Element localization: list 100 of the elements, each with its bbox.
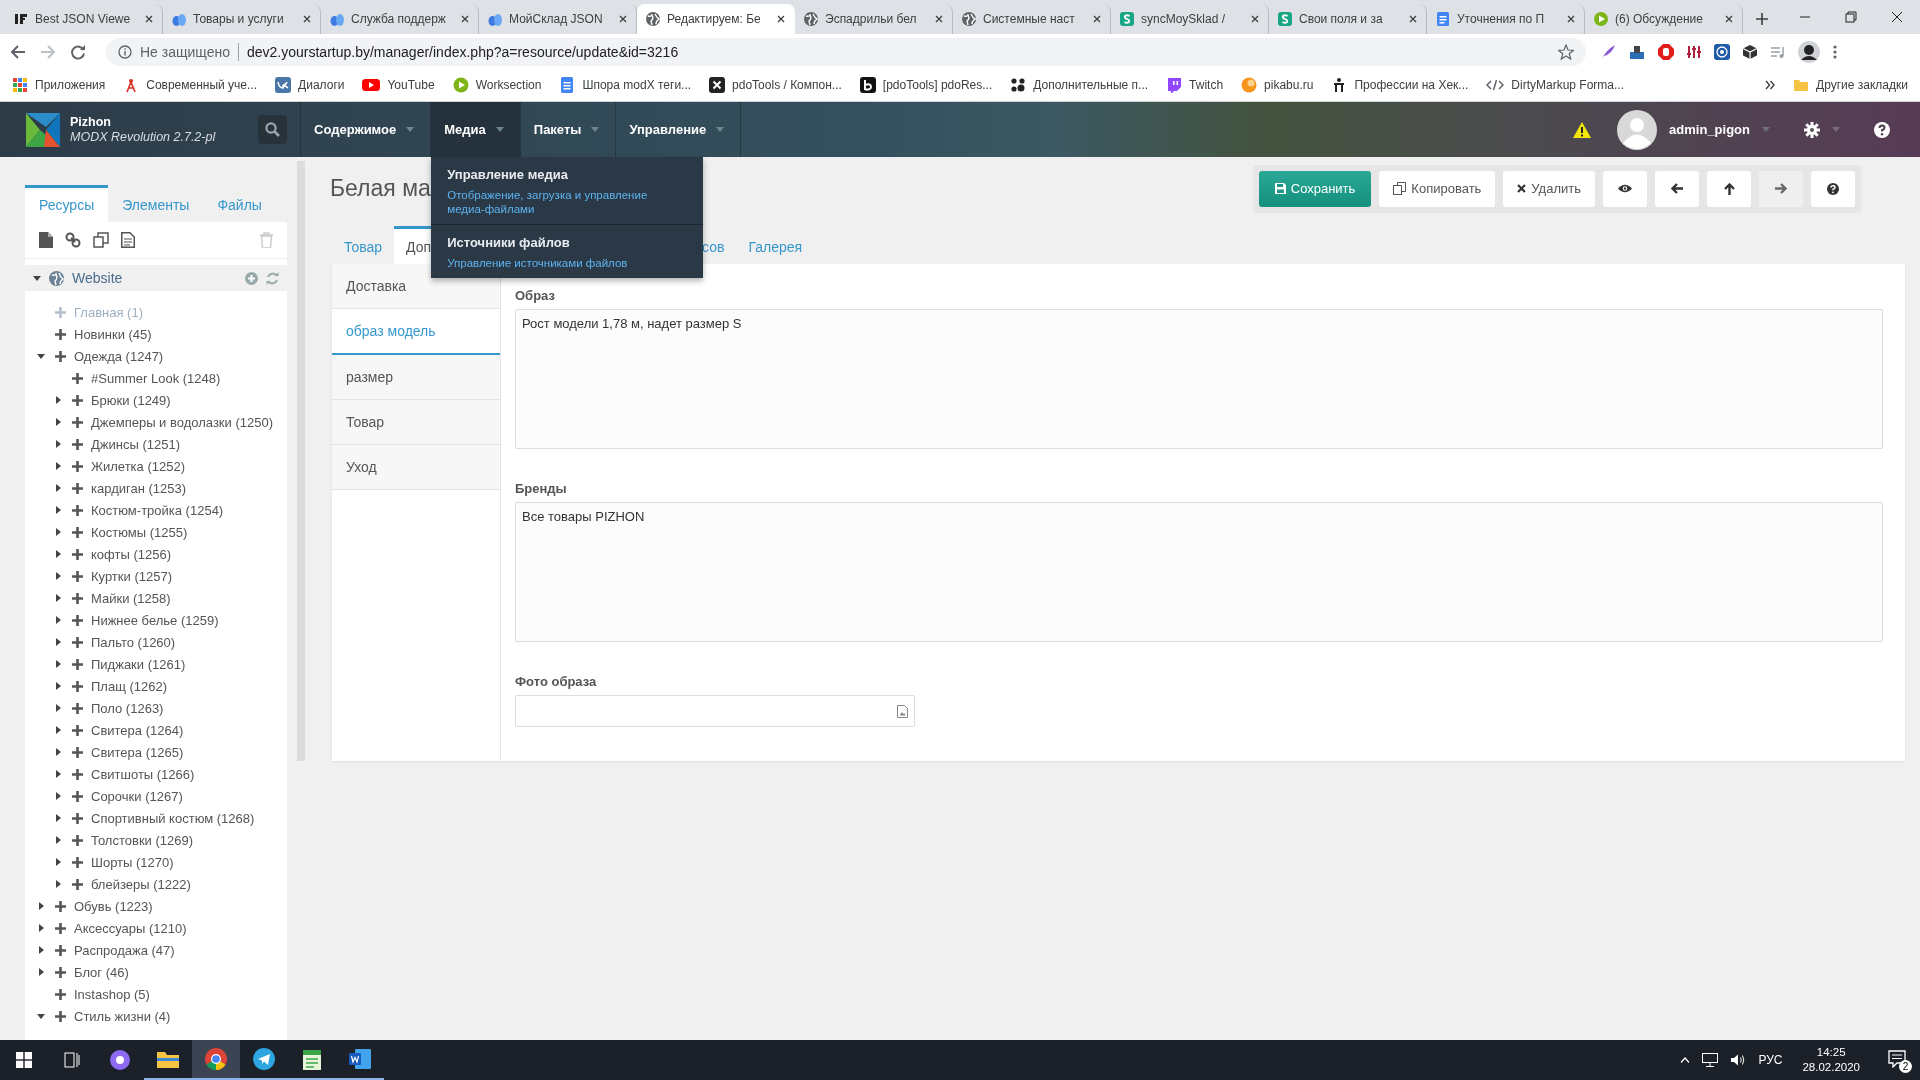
notification-icon[interactable]	[1888, 1050, 1906, 1068]
action-button[interactable]: Копировать	[1379, 170, 1496, 207]
caret-right-icon[interactable]	[54, 550, 62, 558]
caret-right-icon[interactable]	[54, 572, 62, 580]
user-avatar[interactable]	[1617, 109, 1658, 150]
menu-item[interactable]: Содержимое	[301, 102, 431, 157]
icon-button[interactable]	[1811, 170, 1855, 207]
tree-item[interactable]: Блог (46)	[25, 961, 287, 983]
chevron-up-icon[interactable]	[1680, 1057, 1691, 1063]
help-icon[interactable]	[1874, 121, 1890, 138]
bookmark[interactable]: Приложения	[12, 77, 106, 93]
back-icon[interactable]	[10, 43, 26, 60]
caret-right-icon[interactable]	[54, 836, 62, 844]
icon-button[interactable]	[1603, 170, 1647, 207]
side-tab[interactable]: Уход	[332, 445, 500, 490]
close-icon[interactable]	[302, 14, 312, 24]
close-icon[interactable]	[776, 14, 786, 24]
copy-icon[interactable]	[93, 232, 109, 248]
tree-item[interactable]: Плащ (1262)	[25, 675, 287, 697]
feather-icon[interactable]	[1600, 43, 1616, 60]
caret-right-icon[interactable]	[54, 616, 62, 624]
caret-right-icon[interactable]	[54, 880, 62, 888]
cube-icon[interactable]	[1742, 43, 1758, 60]
taskbar-app[interactable]	[192, 1040, 240, 1080]
caret-right-icon[interactable]	[54, 792, 62, 800]
caret-right-icon[interactable]	[37, 902, 45, 910]
text-area[interactable]: Рост модели 1,78 м, надет размер S	[515, 309, 1883, 449]
menu-heading[interactable]: Управление медиа	[447, 167, 688, 182]
new-tab-icon[interactable]	[1755, 12, 1769, 26]
close-icon[interactable]	[1724, 14, 1734, 24]
browser-tab[interactable]: Редактируем: Бе	[637, 4, 795, 34]
chevrons-icon[interactable]	[1765, 80, 1776, 90]
caret-right-icon[interactable]	[54, 396, 62, 404]
tree-item[interactable]: Аксессуары (1210)	[25, 917, 287, 939]
caret-right-icon[interactable]	[54, 440, 62, 448]
bookmark-folder[interactable]: Другие закладки	[1793, 77, 1908, 93]
search-button[interactable]	[258, 115, 287, 144]
caret-down-icon[interactable]	[37, 1012, 45, 1020]
tree-item[interactable]: блейзеры (1222)	[25, 873, 287, 895]
tree-item[interactable]: Свитера (1265)	[25, 741, 287, 763]
caret-right-icon[interactable]	[54, 858, 62, 866]
close-icon[interactable]	[144, 14, 154, 24]
menu-item[interactable]: Пакеты	[520, 102, 616, 157]
caret-right-icon[interactable]	[54, 748, 62, 756]
tree-item[interactable]: Свитшоты (1266)	[25, 763, 287, 785]
menu-item[interactable]: Медиа	[431, 102, 520, 157]
caret-right-icon[interactable]	[37, 924, 45, 932]
profile-avatar[interactable]	[1798, 40, 1820, 63]
target-icon[interactable]	[1714, 43, 1730, 60]
tree-item[interactable]: Instashop (5)	[25, 983, 287, 1005]
caret-right-icon[interactable]	[54, 704, 62, 712]
side-tab[interactable]: размер	[332, 355, 500, 400]
file-icon[interactable]	[39, 232, 53, 248]
bookmark[interactable]: Современный уче...	[123, 77, 258, 93]
clock[interactable]: 14:25 28.02.2020	[1802, 1045, 1860, 1075]
caret-right-icon[interactable]	[54, 770, 62, 778]
tree-item[interactable]: Майки (1258)	[25, 587, 287, 609]
tree-item[interactable]: Одежда (1247)	[25, 345, 287, 367]
tree-item[interactable]: Толстовки (1269)	[25, 829, 287, 851]
equalizer-icon[interactable]	[1686, 43, 1702, 60]
caret-right-icon[interactable]	[54, 418, 62, 426]
tree-item[interactable]: Джемперы и водолазки (1250)	[25, 411, 287, 433]
icon-button[interactable]	[1655, 170, 1699, 207]
close-icon[interactable]	[460, 14, 470, 24]
menu-link[interactable]: Отображение, загрузка и управление медиа-файлами	[447, 188, 688, 216]
document-icon[interactable]	[121, 232, 135, 248]
tree-item[interactable]: Брюки (1249)	[25, 389, 287, 411]
tree-root[interactable]: Website	[25, 265, 287, 291]
tree-item[interactable]: Новинки (45)	[25, 323, 287, 345]
caret-right-icon[interactable]	[54, 726, 62, 734]
close-icon[interactable]	[618, 14, 628, 24]
tree-item[interactable]: Нижнее белье (1259)	[25, 609, 287, 631]
image-field[interactable]	[515, 695, 915, 727]
close-icon[interactable]	[1408, 14, 1418, 24]
close-icon[interactable]	[1092, 14, 1102, 24]
caret-down-icon[interactable]	[37, 352, 45, 360]
menu-heading[interactable]: Источники файлов	[447, 235, 688, 250]
icon-button[interactable]	[1707, 170, 1751, 207]
caret-right-icon[interactable]	[37, 946, 45, 954]
tree-item[interactable]: Костюм-тройка (1254)	[25, 499, 287, 521]
bookmark[interactable]: Twitch	[1166, 77, 1224, 93]
network-icon[interactable]	[1702, 1053, 1719, 1067]
bookmark[interactable]: pdoTools / Компон...	[709, 77, 842, 93]
tree-item[interactable]: Сорочки (1267)	[25, 785, 287, 807]
tree-item[interactable]: Распродажа (47)	[25, 939, 287, 961]
tree-item[interactable]: Куртки (1257)	[25, 565, 287, 587]
bookmark[interactable]: Диалоги	[275, 77, 345, 93]
caret-right-icon[interactable]	[54, 506, 62, 514]
action-button[interactable]: Удалить	[1503, 170, 1595, 207]
tree-item[interactable]: #Summer Look (1248)	[25, 367, 287, 389]
text-area[interactable]: Все товары PIZHON	[515, 502, 1883, 642]
extension-icon[interactable]	[1628, 43, 1646, 60]
bookmark[interactable]: Шпора modX теги...	[559, 77, 692, 93]
tree-item[interactable]: Джинсы (1251)	[25, 433, 287, 455]
bookmark[interactable]: [pdoTools] pdoRes...	[859, 77, 993, 93]
tree-item[interactable]: Шорты (1270)	[25, 851, 287, 873]
caret-right-icon[interactable]	[54, 462, 62, 470]
caret-right-icon[interactable]	[54, 660, 62, 668]
caret-right-icon[interactable]	[54, 484, 62, 492]
tree-item[interactable]: Обувь (1223)	[25, 895, 287, 917]
